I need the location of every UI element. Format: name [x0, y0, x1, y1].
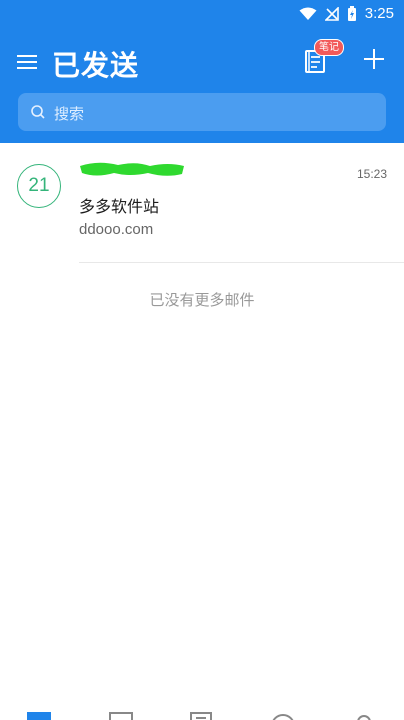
search-icon: [31, 105, 45, 119]
mail-list-item[interactable]: 21 15:23 多多软件站 ddooo.com: [0, 143, 404, 263]
list-end-text: 已没有更多邮件: [149, 291, 255, 309]
notes-badge: 笔记: [314, 39, 344, 56]
docs-tab-icon[interactable]: [189, 712, 213, 720]
mail-tab-icon[interactable]: [27, 712, 51, 720]
app-header: 已发送 笔记 搜索: [0, 30, 404, 143]
status-icons: 3:25: [299, 5, 394, 22]
no-signal-icon: [324, 6, 339, 21]
wifi-icon: [299, 7, 317, 20]
list-divider: [79, 262, 404, 263]
mail-subject: 多多软件站: [79, 197, 160, 216]
avatar: 21: [17, 164, 61, 208]
menu-icon[interactable]: [17, 52, 39, 72]
bottom-nav: [0, 706, 404, 720]
redaction-mark: [80, 162, 184, 176]
status-bar: 3:25: [0, 0, 404, 30]
mail-preview: ddooo.com: [79, 221, 154, 238]
mail-time: 15:23: [356, 167, 387, 181]
contacts-tab-icon[interactable]: [352, 712, 376, 720]
status-time: 3:25: [364, 5, 394, 22]
plus-icon[interactable]: [362, 47, 386, 71]
page-title: 已发送: [52, 49, 140, 82]
battery-charging-icon: [347, 5, 356, 21]
sender-name: [78, 158, 186, 180]
search-input[interactable]: 搜索: [18, 93, 386, 131]
search-placeholder: 搜索: [54, 105, 85, 123]
calendar-tab-icon[interactable]: [109, 712, 133, 720]
chat-tab-icon[interactable]: [271, 712, 295, 720]
